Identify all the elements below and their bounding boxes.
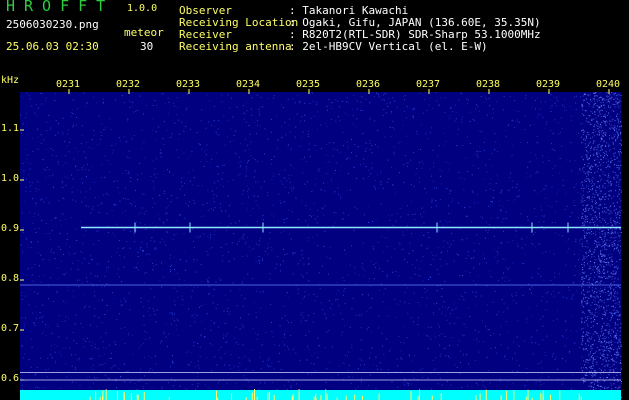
plot-background xyxy=(20,92,621,400)
hrofft-window: HROFFT 1.0.0 2506030230.png meteor 25.06… xyxy=(0,0,629,400)
spectrogram-plot xyxy=(20,89,622,400)
